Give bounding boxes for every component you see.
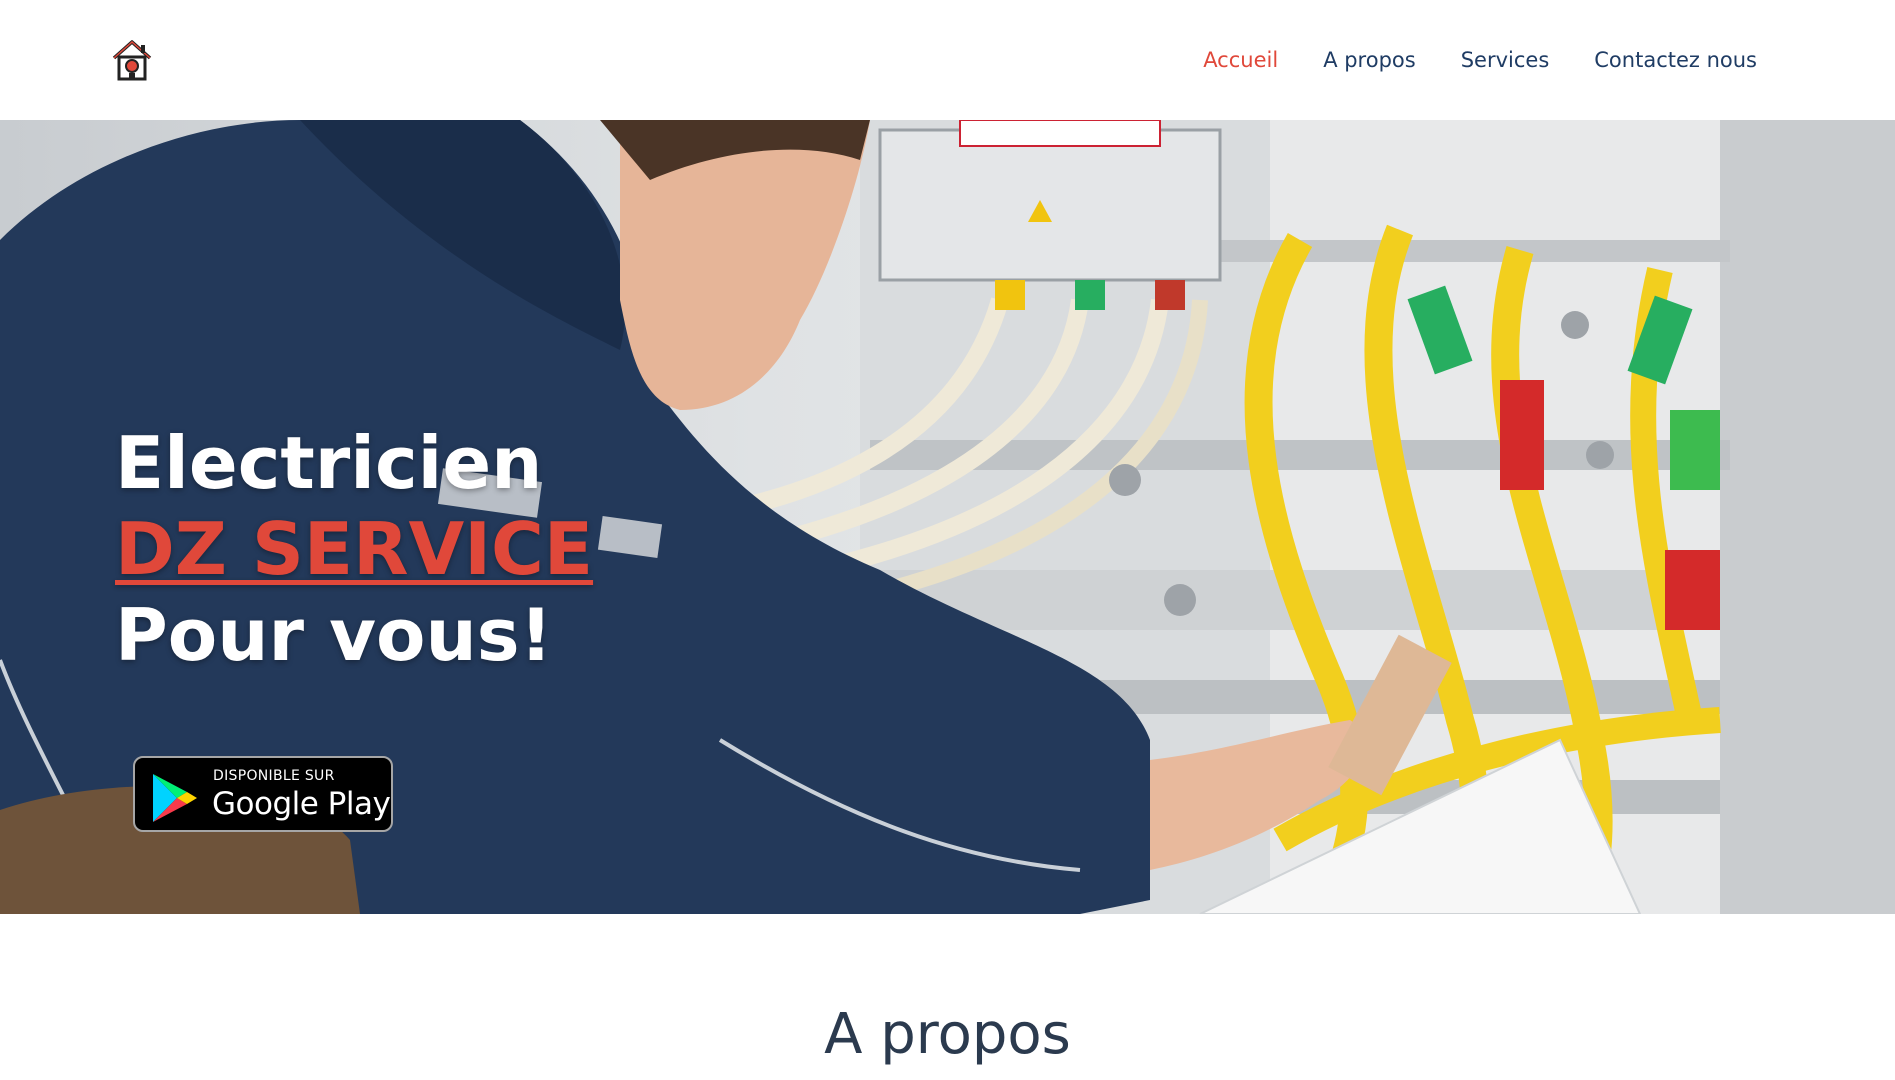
hero-title: Electricien DZ SERVICE Pour vous! — [115, 420, 593, 678]
main-nav: Accueil A propos Services Contactez nous — [1203, 0, 1757, 120]
nav-contactez-nous[interactable]: Contactez nous — [1594, 48, 1757, 72]
navbar: Accueil A propos Services Contactez nous — [0, 0, 1895, 120]
hero-line-electricien: Electricien — [115, 421, 543, 505]
badge-small-text: DISPONIBLE SUR — [213, 768, 335, 784]
badge-store-name: Google Play — [212, 786, 391, 822]
nav-a-propos[interactable]: A propos — [1323, 48, 1416, 72]
google-play-badge[interactable]: DISPONIBLE SUR Google Play — [133, 756, 393, 832]
house-plug-icon[interactable] — [110, 38, 154, 82]
google-play-icon — [153, 774, 197, 822]
hero-brand-link[interactable]: DZ SERVICE — [115, 506, 593, 592]
hero-banner: Electricien DZ SERVICE Pour vous! DISPON… — [0, 120, 1895, 914]
nav-services[interactable]: Services — [1461, 48, 1550, 72]
nav-accueil[interactable]: Accueil — [1203, 48, 1278, 72]
about-section-title: A propos — [824, 1002, 1071, 1067]
hero-line-pour-vous: Pour vous! — [115, 593, 553, 677]
